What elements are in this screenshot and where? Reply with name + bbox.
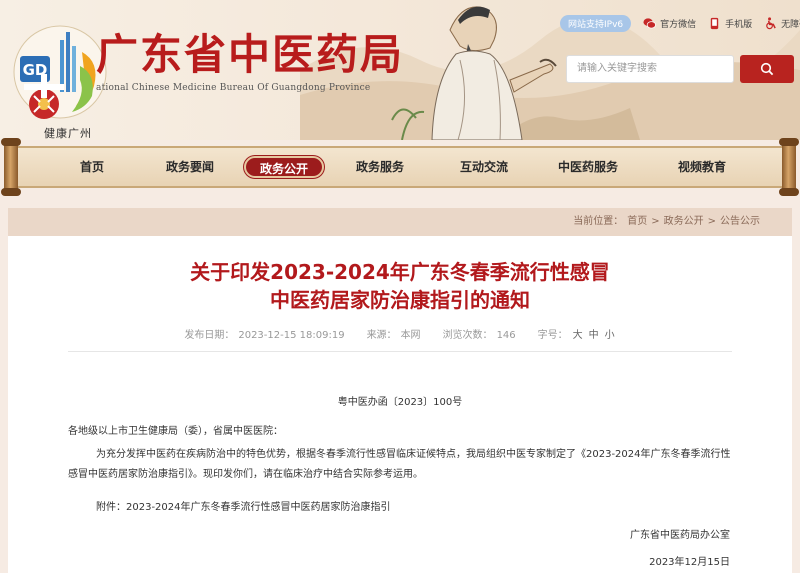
- mobile-label: 手机版: [725, 19, 753, 30]
- nav-item-interaction[interactable]: 互动交流: [460, 148, 508, 186]
- article-title: 关于印发2023-2024年广东冬春季流行性感冒 中医药居家防治康指引的通知: [8, 258, 792, 314]
- salutation: 各地级以上市卫生健康局（委），省属中医医院：: [68, 426, 283, 437]
- font-size-label: 字号：: [537, 330, 568, 341]
- breadcrumb-prefix: 当前位置：: [573, 216, 624, 227]
- sage-figure-illustration: [391, 6, 557, 140]
- article-title-line1: 关于印发2023-2024年广东冬春季流行性感冒: [190, 260, 610, 284]
- breadcrumb-item-announcements[interactable]: 公告公示: [720, 216, 760, 227]
- publish-date-value: 2023-12-15 18:09:19: [238, 330, 345, 341]
- search-button[interactable]: [740, 55, 794, 83]
- font-size-small[interactable]: 小: [605, 330, 615, 341]
- site-header: GD 健康广州 广东省中医药局 ational Chinese Medicine…: [0, 0, 800, 140]
- signature-date: 2023年12月15日: [649, 557, 730, 568]
- breadcrumb-item-gov-affairs[interactable]: 政务公开: [664, 216, 704, 227]
- site-subtitle: ational Chinese Medicine Bureau Of Guang…: [96, 83, 371, 93]
- accessible-link[interactable]: 无障碍: [764, 16, 800, 30]
- views-value: 146: [496, 330, 516, 341]
- scroll-rod-left: [1, 138, 21, 196]
- nav-item-video-education[interactable]: 视频教育: [678, 148, 726, 186]
- source-label: 来源：: [366, 330, 397, 341]
- wechat-link[interactable]: 官方微信: [643, 17, 696, 30]
- site-title[interactable]: 广东省中医药局: [96, 34, 404, 76]
- article-container: 当前位置： 首页 > 政务公开 > 公告公示 关于印发2023-2024年广东冬春季流行性…: [8, 208, 792, 573]
- logo-caption: 健康广州: [44, 127, 92, 140]
- nav-item-gov-affairs[interactable]: 政务公开: [244, 156, 325, 178]
- wechat-icon: [643, 17, 657, 29]
- search-input[interactable]: 请输入关键字搜索: [566, 55, 734, 83]
- top-links-bar: 网站支持IPv6 官方微信 手机版 无障碍: [560, 14, 800, 32]
- accessibility-icon: [766, 16, 776, 29]
- breadcrumb-separator: >: [707, 216, 716, 227]
- article-title-line2: 中医药居家防治康指引的通知: [270, 288, 530, 312]
- accessible-label: 无障碍: [781, 19, 800, 30]
- nav-item-news[interactable]: 政务要闻: [166, 148, 214, 186]
- source-value: 本网: [400, 330, 421, 341]
- ipv6-badge: 网站支持IPv6: [560, 14, 632, 32]
- nav-item-home[interactable]: 首页: [80, 148, 104, 186]
- article-meta: 发布日期： 2023-12-15 18:09:19 来源： 本网 浏览次数： 146 字号：…: [8, 326, 792, 341]
- search-icon: [760, 62, 774, 76]
- mobile-phone-icon: [710, 17, 719, 29]
- gd-health-logo: GD: [13, 25, 107, 119]
- meta-divider: [68, 351, 732, 352]
- main-navigation: 首页 政务要闻 政务公开 政务服务 互动交流 中医药服务 视频教育: [0, 138, 800, 196]
- attachment-link[interactable]: 附件：2023-2024年广东冬春季流行性感冒中医药居家防治康指引: [96, 498, 391, 513]
- nav-item-services[interactable]: 政务服务: [356, 148, 404, 186]
- views-label: 浏览次数：: [442, 330, 493, 341]
- document-number: 粤中医办函〔2023〕100号: [337, 397, 463, 408]
- breadcrumb-item-home[interactable]: 首页: [627, 216, 647, 227]
- nav-item-tcm-services[interactable]: 中医药服务: [558, 148, 618, 186]
- signature-organization: 广东省中医药局办公室: [630, 530, 730, 541]
- font-size-medium[interactable]: 中: [589, 330, 599, 341]
- publish-date-label: 发布日期：: [184, 330, 235, 341]
- scroll-rod-right: [779, 138, 799, 196]
- wechat-label: 官方微信: [660, 19, 697, 30]
- article-paragraph: 为充分发挥中医药在疾病防治中的特色优势，根据冬春季流行性感冒临床证候特点，我局组…: [68, 449, 731, 480]
- font-size-large[interactable]: 大: [573, 330, 583, 341]
- nav-bar: 首页 政务要闻 政务公开 政务服务 互动交流 中医药服务 视频教育: [18, 146, 782, 188]
- breadcrumb: 当前位置： 首页 > 政务公开 > 公告公示: [8, 208, 792, 236]
- breadcrumb-separator: >: [651, 216, 660, 227]
- mobile-link[interactable]: 手机版: [708, 17, 752, 30]
